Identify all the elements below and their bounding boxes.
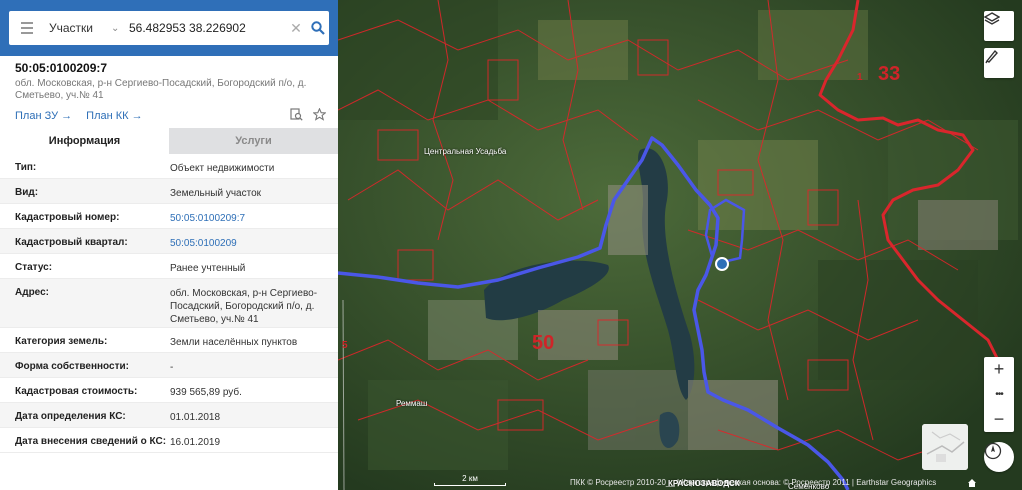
zoom-controls: + ••• − xyxy=(984,357,1014,432)
zoom-in-button[interactable]: + xyxy=(984,357,1014,382)
clear-icon[interactable]: ✕ xyxy=(285,20,307,37)
region-label-33: 33 xyxy=(878,63,901,85)
search-icon[interactable] xyxy=(307,11,329,45)
ruler-icon[interactable] xyxy=(984,48,1014,78)
info-row-value: Земельный участок xyxy=(170,188,262,199)
info-row-link[interactable]: 50:05:0100209:7 xyxy=(169,204,338,228)
info-row-label: Кадастровая стоимость: xyxy=(15,386,138,397)
info-row: Дата внесения сведений о КС: 16.01.2019 xyxy=(0,428,338,453)
info-row: Тип: Объект недвижимости xyxy=(0,154,338,179)
map-canvas xyxy=(338,0,1022,490)
info-row: Кадастровый номер: 50:05:0100209:7 xyxy=(0,204,338,229)
plan-zu-label: План ЗУ xyxy=(15,110,59,122)
cadastral-number-title: 50:05:0100209:7 xyxy=(15,61,108,75)
scale-line xyxy=(434,483,506,486)
minimap-thumbnail[interactable] xyxy=(922,424,968,470)
arrow-right-icon: → xyxy=(131,110,143,122)
info-row: Кадастровая стоимость: 939 565,89 руб. xyxy=(0,378,338,403)
info-row: Кадастровый квартал: 50:05:0100209 xyxy=(0,229,338,254)
plan-kk-link[interactable]: План КК → xyxy=(86,110,142,122)
region-label-50: 50 xyxy=(532,332,555,354)
compass-icon[interactable] xyxy=(984,442,1014,472)
zoom-out-button[interactable]: − xyxy=(984,407,1014,432)
header-icons xyxy=(290,107,327,124)
info-row-value: 01.01.2018 xyxy=(170,412,221,423)
scale-bar: 2 км xyxy=(434,474,506,486)
plan-links: План ЗУ → План КК → xyxy=(15,110,143,122)
tab-services[interactable]: Услуги xyxy=(169,128,338,154)
map-attribution: ПКК © Росреестр 2010-20__ | Картографиче… xyxy=(570,478,937,487)
label-usadba: Центральная Усадьба xyxy=(424,147,507,156)
info-row: Адрес: обл. Московская, р-н Сергиево-Поса… xyxy=(0,279,338,328)
tabs: Информация Услуги xyxy=(0,128,338,154)
info-row-value: 939 565,89 руб. xyxy=(170,387,242,398)
more-options-button[interactable]: ••• xyxy=(984,382,1014,407)
object-address: обл. Московская, р-н Сергиево-Посадский,… xyxy=(15,78,307,101)
region-label-1: 1 xyxy=(857,72,863,83)
search-bar: Участки ⌄ ✕ xyxy=(0,0,338,56)
info-row-label: Дата внесения сведений о КС: xyxy=(15,436,167,447)
label-remmash: Реммаш xyxy=(396,399,428,408)
info-row-label: Адрес: xyxy=(15,287,49,298)
layers-icon[interactable] xyxy=(984,11,1014,41)
info-row-label: Кадастровый номер: xyxy=(15,212,120,223)
chevron-down-icon: ⌄ xyxy=(111,22,120,34)
info-row-value: Ранее учтенный xyxy=(170,263,246,274)
layer-select-label: Участки xyxy=(49,21,93,35)
info-row-link[interactable]: 50:05:0100209 xyxy=(169,229,338,253)
info-row-value: Земли населённых пунктов xyxy=(170,337,298,348)
plan-kk-label: План КК xyxy=(86,110,129,122)
object-header: 50:05:0100209:7 обл. Московская, р-н Сер… xyxy=(0,56,338,102)
map[interactable]: Центральная Усадьба Реммаш КРАСНОЗАВОДСК… xyxy=(338,0,1022,490)
info-row-value: Объект недвижимости xyxy=(170,163,275,174)
search-box: Участки ⌄ ✕ xyxy=(9,11,329,45)
info-panel: Участки ⌄ ✕ 50:05:0100209:7 обл. Московс… xyxy=(0,0,338,490)
info-row-value: обл. Московская, р-н Сергиево-Посадский,… xyxy=(170,288,318,325)
info-row-label: Категория земель: xyxy=(15,336,108,347)
info-row: Вид: Земельный участок xyxy=(0,179,338,204)
info-row-label: Дата определения КС: xyxy=(15,411,126,422)
menu-icon[interactable] xyxy=(9,11,45,45)
region-label-5: 5 xyxy=(342,340,348,351)
info-row-value: 16.01.2019 xyxy=(170,437,221,448)
search-document-icon[interactable] xyxy=(290,108,303,124)
info-row: Дата определения КС: 01.01.2018 xyxy=(0,403,338,428)
search-input[interactable] xyxy=(125,13,285,43)
info-row-value: - xyxy=(170,362,174,373)
scale-label: 2 км xyxy=(462,474,478,483)
tab-info[interactable]: Информация xyxy=(0,128,169,154)
arrow-right-icon: → xyxy=(61,110,73,122)
info-row-label: Статус: xyxy=(15,262,53,273)
info-row: Форма собственности: - xyxy=(0,353,338,378)
layer-select[interactable]: Участки ⌄ xyxy=(45,11,125,45)
info-row-label: Тип: xyxy=(15,162,37,173)
info-row-label: Форма собственности: xyxy=(15,361,129,372)
star-icon[interactable] xyxy=(312,107,327,124)
info-row: Категория земель: Земли населённых пункто… xyxy=(0,328,338,353)
plan-zu-link[interactable]: План ЗУ → xyxy=(15,110,72,122)
info-row: Статус: Ранее учтенный xyxy=(0,254,338,279)
info-row-label: Кадастровый квартал: xyxy=(15,237,128,248)
info-table: Тип: Объект недвижимости Вид: Земельный уча… xyxy=(0,154,338,453)
info-row-label: Вид: xyxy=(15,187,39,198)
